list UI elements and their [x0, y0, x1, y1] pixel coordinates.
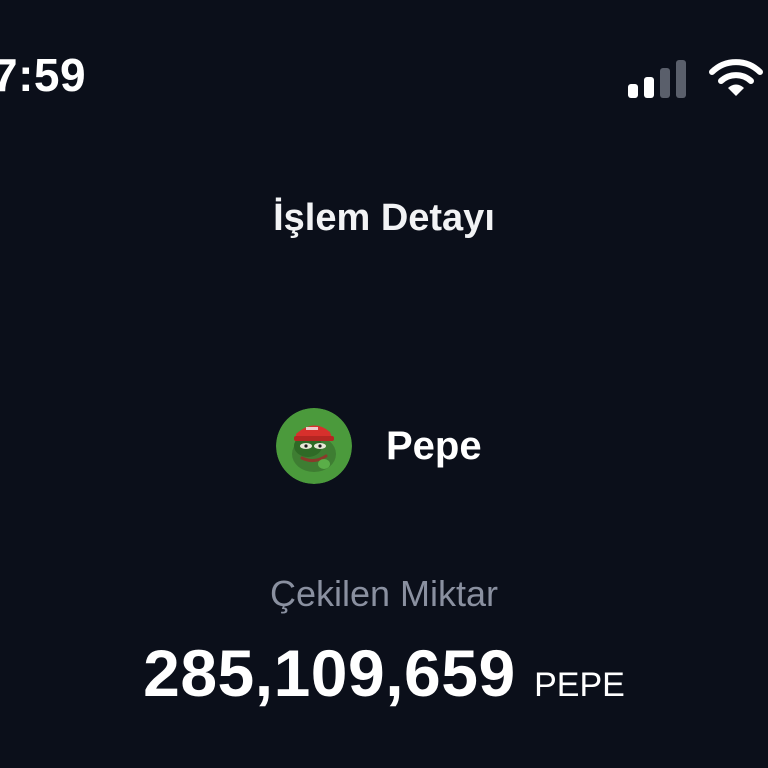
wifi-icon	[709, 59, 763, 96]
status-time: 7:59	[0, 49, 87, 101]
amount-value: 285,109,659	[143, 636, 516, 710]
pepe-token-icon	[276, 408, 352, 484]
transaction-detail-screen: 7:59 İşlem Detayı Pepe Çekilen Miktar 28…	[0, 0, 768, 768]
amount-row: 285,109,659 PEPE	[0, 640, 768, 706]
asset-name: Pepe	[386, 423, 482, 468]
amount-unit: PEPE	[534, 666, 625, 704]
amount-label: Çekilen Miktar	[269, 573, 499, 614]
asset-row: Pepe	[276, 408, 482, 484]
cellular-signal-icon	[628, 60, 686, 98]
page-title: İşlem Detayı	[273, 197, 495, 239]
